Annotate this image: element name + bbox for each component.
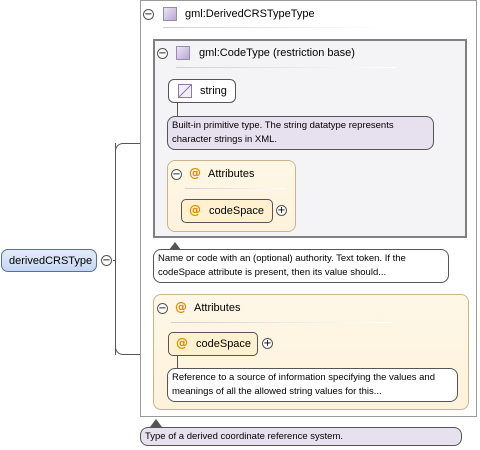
inner-attributes-label: Attributes (208, 168, 255, 180)
inner-attributes-separator (185, 188, 285, 189)
type-doc-pointer (150, 419, 162, 427)
complex-type-label: gml:DerivedCRSTypeType (185, 8, 315, 20)
outer-codespace-expand[interactable]: + (262, 338, 273, 349)
codespace-attribute-icon: @ (176, 336, 188, 350)
connector-top-curve (115, 143, 127, 151)
primitive-type-icon (178, 84, 192, 98)
string-doc-pointer-stem (177, 103, 178, 116)
string-type-item[interactable]: string (168, 79, 236, 103)
code-type-icon (176, 46, 190, 60)
inner-codespace-expand[interactable]: + (276, 205, 287, 216)
outer-attributes-label: Attributes (194, 302, 241, 314)
inner-attributes-icon: @ (189, 166, 201, 180)
outer-codespace-attribute[interactable]: @ codeSpace (168, 332, 258, 356)
outer-codespace-label: codeSpace (196, 338, 252, 350)
code-type-collapse-toggle[interactable]: − (157, 48, 168, 59)
type-doc: Type of a derived coordinate reference s… (140, 427, 462, 446)
code-type-doc: Name or code with an (optional) authorit… (153, 249, 449, 283)
outer-attributes-separator (171, 322, 391, 323)
string-doc: Built-in primitive type. The string data… (167, 116, 434, 150)
codespace-attribute-icon: @ (189, 203, 201, 217)
code-type-separator (176, 67, 396, 68)
codespace-doc: Reference to a source of information spe… (167, 368, 458, 402)
type-collapse-toggle[interactable]: − (143, 9, 154, 20)
connector-vertical (115, 143, 116, 355)
root-element[interactable]: derivedCRSType (1, 249, 97, 272)
outer-attributes-toggle[interactable]: − (157, 303, 168, 314)
complex-type-icon (163, 7, 177, 21)
string-type-label: string (200, 85, 227, 97)
type-header-separator (163, 27, 383, 28)
codespace-doc-pointer-stem (177, 356, 178, 368)
outer-attributes-icon: @ (175, 300, 187, 314)
inner-codespace-label: codeSpace (209, 205, 265, 217)
root-element-label: derivedCRSType (9, 255, 93, 267)
inner-codespace-attribute[interactable]: @ codeSpace (181, 199, 273, 223)
inner-attributes-toggle[interactable]: − (171, 169, 182, 180)
code-type-label: gml:CodeType (restriction base) (199, 47, 355, 59)
root-collapse-toggle[interactable]: − (101, 255, 112, 266)
